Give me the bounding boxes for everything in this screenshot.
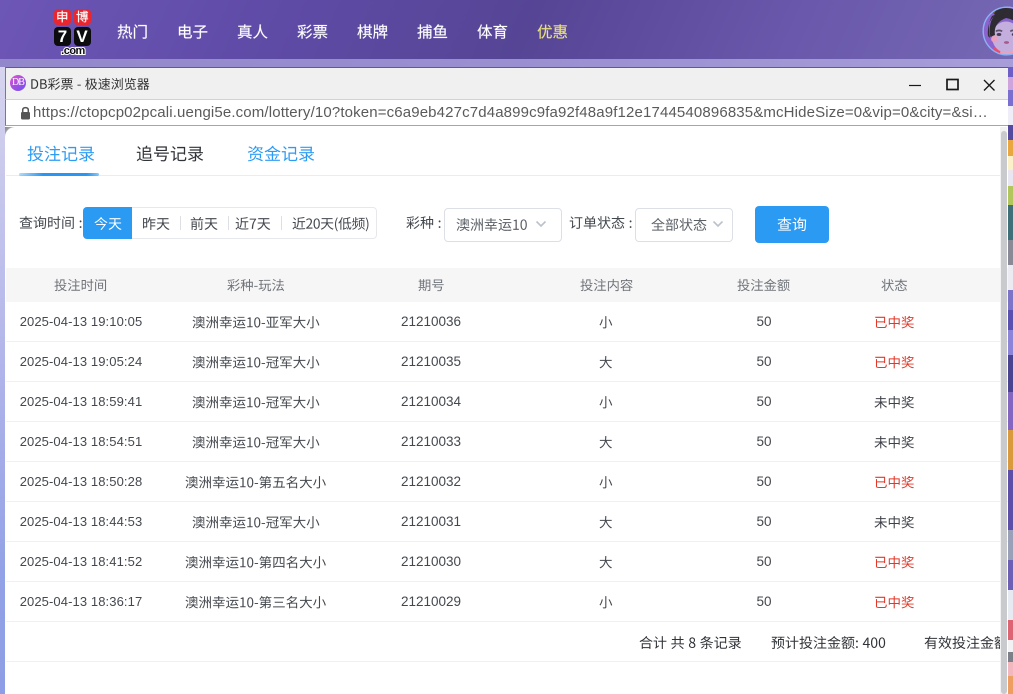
svg-text:.com: .com <box>61 45 85 57</box>
